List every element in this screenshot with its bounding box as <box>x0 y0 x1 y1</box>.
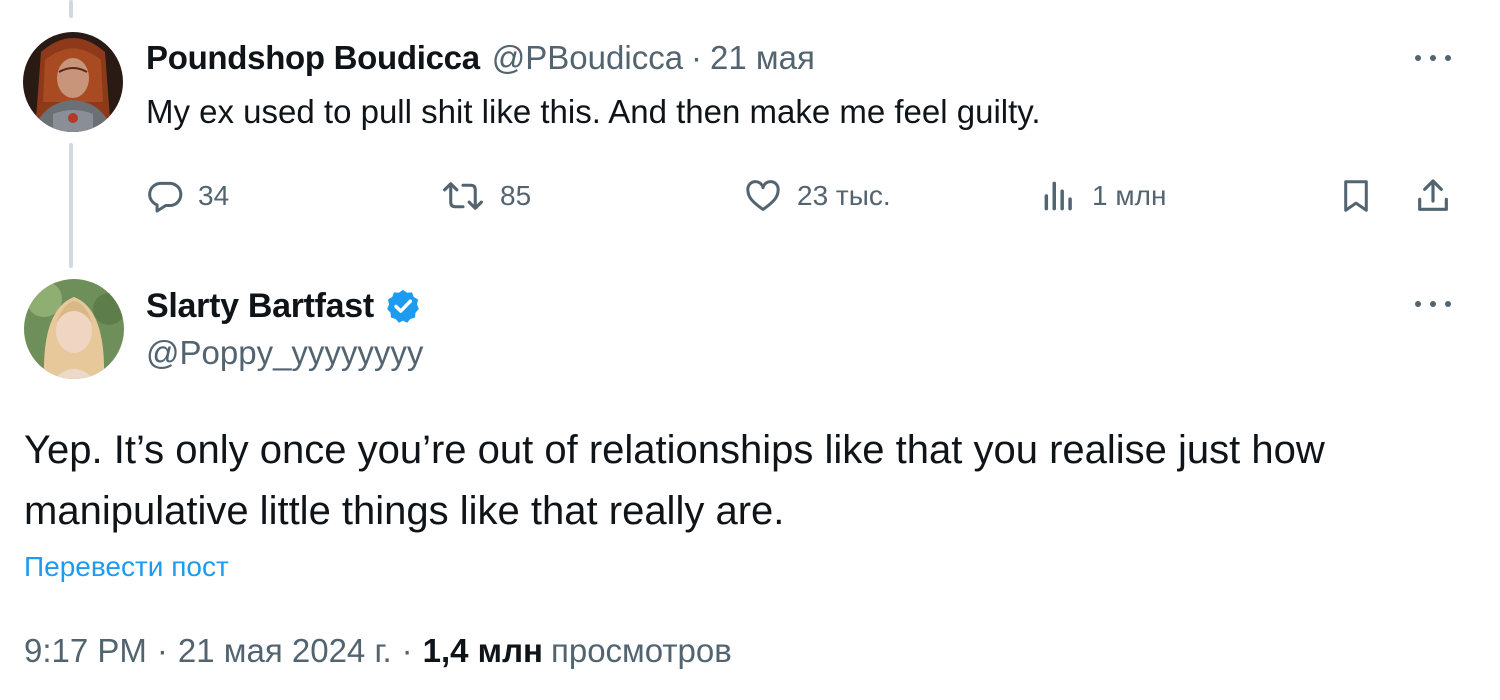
bookmark-icon <box>1337 177 1375 215</box>
post-time[interactable]: 9:17 PM <box>24 632 147 670</box>
repost-count: 85 <box>500 180 532 211</box>
author-display-name[interactable]: Slarty Bartfast <box>146 287 374 326</box>
post-full-date[interactable]: 21 мая 2024 г. <box>178 632 392 670</box>
avatar-slarty-bartfast[interactable] <box>24 279 124 379</box>
more-options-icon[interactable] <box>1409 292 1457 316</box>
more-options-icon[interactable] <box>1409 46 1457 70</box>
avatar-poundshop-boudicca[interactable] <box>23 32 123 132</box>
views-total[interactable]: 1,4 млн <box>423 632 543 670</box>
separator-dot: · <box>691 39 703 76</box>
author-handle[interactable]: @PBoudicca <box>492 39 683 77</box>
repost-icon <box>440 177 486 215</box>
share-icon <box>1413 176 1453 216</box>
post-metadata: 9:17 PM · 21 мая 2024 г. · 1,4 млн просм… <box>24 632 732 670</box>
views-count: 1 млн <box>1092 180 1167 211</box>
post-text: Yep. It’s only once you’re out of relati… <box>24 428 1325 533</box>
heart-icon <box>743 177 783 215</box>
thread-connector-line <box>69 0 73 18</box>
translate-post-link[interactable]: Перевести пост <box>24 551 229 583</box>
repost-button[interactable]: 85 <box>440 174 531 218</box>
like-button[interactable]: 23 тыс. <box>743 174 891 218</box>
bookmark-button[interactable] <box>1337 174 1375 218</box>
like-count: 23 тыс. <box>797 180 891 211</box>
author-handle[interactable]: @Poppy_yyyyyyyy <box>146 334 423 372</box>
reply-icon <box>146 177 184 215</box>
post-action-bar: 34 85 23 тыс. 1 млн <box>0 174 1500 218</box>
reply-count: 34 <box>198 180 230 211</box>
views-bar-chart-icon <box>1040 177 1078 215</box>
post-header: Slarty Bartfast <box>146 284 422 328</box>
post-text: My ex used to pull shit like this. And t… <box>146 93 1041 130</box>
reply-button[interactable]: 34 <box>146 174 229 218</box>
separator-dot: · <box>156 632 168 669</box>
views-button[interactable]: 1 млн <box>1040 174 1166 218</box>
author-display-name[interactable]: Poundshop Boudicca <box>146 39 480 77</box>
separator-dot: · <box>401 632 413 669</box>
post-date[interactable]: 21 мая <box>710 39 815 77</box>
views-label: просмотров <box>550 632 732 669</box>
post-header: Poundshop Boudicca @PBoudicca · 21 мая <box>146 36 815 80</box>
share-button[interactable] <box>1413 174 1453 218</box>
verified-badge-icon[interactable] <box>384 287 422 325</box>
